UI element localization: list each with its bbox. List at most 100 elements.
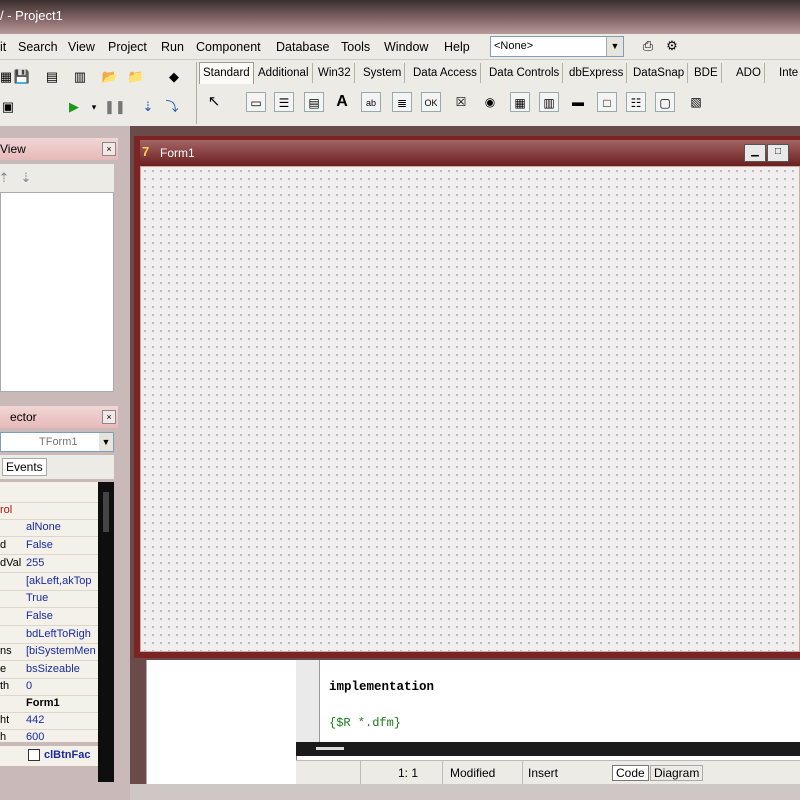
pointer-icon[interactable]: ↖ — [204, 92, 224, 112]
listbox-icon[interactable]: ▦ — [510, 92, 530, 112]
edit-icon[interactable]: ab — [361, 92, 381, 112]
menu-view[interactable]: View — [68, 40, 95, 54]
arrow-down-icon[interactable]: ⇣ — [16, 169, 36, 187]
save-all-icon[interactable]: ▤ — [42, 68, 62, 86]
open-project-icon[interactable]: ▥ — [70, 68, 90, 86]
tab-ado[interactable]: ADO — [733, 63, 765, 83]
property-value: False — [26, 539, 53, 551]
table-row[interactable]: Form1 — [0, 695, 98, 713]
chevron-down-icon[interactable]: ▼ — [99, 433, 113, 451]
table-row[interactable]: rol — [0, 502, 98, 520]
object-tree[interactable] — [0, 192, 114, 392]
menu-database[interactable]: Database — [276, 40, 330, 54]
tab-standard[interactable]: Standard — [199, 62, 254, 84]
insert-mode-status: Insert — [528, 766, 559, 780]
inspector-scrollbar[interactable] — [98, 482, 114, 782]
menu-run[interactable]: Run — [161, 40, 184, 54]
table-row[interactable]: clBtnFac — [0, 746, 98, 766]
minimize-icon[interactable]: ▁ — [744, 144, 766, 162]
popup-menu-icon[interactable]: ▤ — [304, 92, 324, 112]
chevron-down-icon[interactable]: ▼ — [606, 37, 623, 56]
editor-side-panel — [146, 660, 296, 784]
debug-desktop-icon[interactable]: ⚙ — [662, 37, 682, 55]
trace-into-icon[interactable]: ⇣ — [138, 98, 158, 116]
tab-data-access[interactable]: Data Access — [410, 63, 481, 83]
object-selector[interactable]: TForm1 ▼ — [0, 432, 114, 452]
code-line: implementation — [329, 680, 435, 694]
pause-icon[interactable]: ❚❚ — [104, 98, 126, 116]
run-dropdown-icon[interactable]: ▾ — [84, 98, 104, 116]
add-to-project-icon[interactable]: ◆ — [164, 68, 184, 86]
menu-component[interactable]: Component — [196, 40, 261, 54]
tab-datasnap[interactable]: DataSnap — [630, 63, 689, 83]
save-desktop-icon[interactable]: ⎙ — [638, 37, 658, 55]
run-icon[interactable]: ▶ — [64, 98, 84, 116]
checkbox[interactable] — [28, 749, 40, 761]
menu-project[interactable]: Project — [108, 40, 147, 54]
property-name: e — [0, 663, 7, 675]
close-icon[interactable]: × — [102, 142, 116, 156]
checkbox-icon[interactable]: ☒ — [451, 92, 471, 112]
form-design-surface[interactable] — [140, 166, 800, 652]
tab-bde[interactable]: BDE — [691, 63, 722, 83]
table-row[interactable]: ns [biSystemMen — [0, 643, 98, 661]
editor-horizontal-scrollbar[interactable] — [296, 742, 800, 756]
property-name: th — [0, 680, 10, 692]
property-grid[interactable]: rol alNone d False dVal 255 [akLeft,akTop … — [0, 482, 98, 747]
save-icon[interactable]: 💾 — [12, 68, 32, 86]
combobox-icon[interactable]: ▥ — [539, 92, 559, 112]
tab-code[interactable]: Code — [612, 765, 649, 781]
frames-icon[interactable]: ▭ — [246, 92, 266, 112]
tab-system[interactable]: System — [360, 63, 406, 83]
main-menu-icon[interactable]: ☰ — [274, 92, 294, 112]
close-icon[interactable]: × — [102, 410, 116, 424]
table-row[interactable]: ht 442 — [0, 712, 98, 730]
table-row[interactable]: alNone — [0, 519, 98, 537]
label-icon[interactable]: A — [332, 92, 352, 112]
scrollbar-thumb[interactable] — [103, 492, 109, 532]
open-file-icon[interactable]: 📁 — [126, 68, 146, 86]
button-icon[interactable]: OK — [421, 92, 441, 112]
scrollbar-icon[interactable]: ▬ — [568, 92, 588, 112]
radiogroup-icon[interactable]: ☷ — [626, 92, 646, 112]
tab-additional[interactable]: Additional — [255, 63, 313, 83]
maximize-icon[interactable]: □ — [767, 144, 789, 162]
open-folder-icon[interactable]: 📂 — [100, 68, 120, 86]
scrollbar-thumb[interactable] — [316, 747, 344, 750]
table-row[interactable]: e bsSizeable — [0, 661, 98, 679]
table-row[interactable]: d False — [0, 537, 98, 555]
menu-window[interactable]: Window — [384, 40, 428, 54]
property-name: rol — [0, 504, 13, 516]
tab-win32[interactable]: Win32 — [315, 63, 355, 83]
table-row[interactable]: [akLeft,akTop — [0, 573, 98, 591]
tab-internet[interactable]: Inte — [776, 63, 800, 83]
radio-button-icon[interactable]: ◉ — [480, 92, 500, 112]
tab-dbexpress[interactable]: dbExpress — [566, 63, 628, 83]
table-row[interactable]: bdLeftToRigh — [0, 626, 98, 644]
menu-tools[interactable]: Tools — [341, 40, 370, 54]
desktop-layout-combo[interactable]: <None> ▼ — [490, 36, 624, 57]
property-value: Form1 — [26, 697, 60, 709]
groupbox-icon[interactable]: □ — [597, 92, 617, 112]
step-over-icon[interactable]: ⤵ — [162, 98, 182, 116]
actionlist-icon[interactable]: ▧ — [686, 92, 706, 112]
table-row[interactable]: True — [0, 590, 98, 608]
editor-gutter — [296, 660, 320, 742]
table-row[interactable]: dVal 255 — [0, 555, 98, 573]
tab-data-controls[interactable]: Data Controls — [486, 63, 564, 83]
table-row[interactable] — [0, 482, 98, 503]
menu-edit[interactable]: it — [0, 40, 6, 54]
table-row[interactable]: h 600 — [0, 729, 98, 747]
tab-events[interactable]: Events — [2, 458, 47, 476]
property-name: d — [0, 539, 7, 551]
menu-help[interactable]: Help — [444, 40, 470, 54]
arrow-up-icon[interactable]: ⇡ — [0, 169, 14, 187]
memo-icon[interactable]: ≣ — [392, 92, 412, 112]
tab-diagram[interactable]: Diagram — [650, 765, 704, 781]
table-row[interactable]: th 0 — [0, 678, 98, 696]
toggle-form-icon[interactable]: ▣ — [0, 98, 18, 116]
table-row[interactable]: False — [0, 608, 98, 626]
menu-search[interactable]: Search — [18, 40, 58, 54]
panel-icon[interactable]: ▢ — [655, 92, 675, 112]
form-title: Form1 — [160, 146, 195, 160]
